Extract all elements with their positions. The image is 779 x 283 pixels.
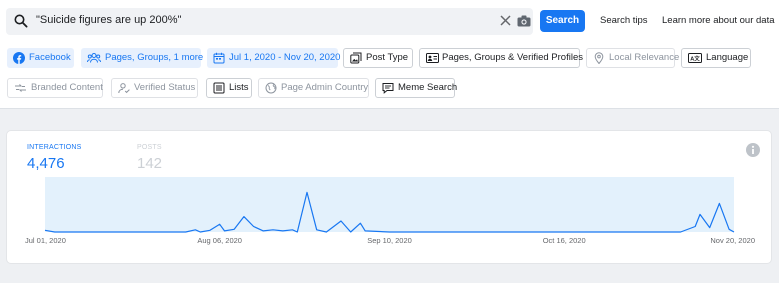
facebook-icon: [13, 52, 25, 64]
branded-content-icon: [15, 84, 26, 92]
filter-platform-facebook[interactable]: Facebook: [7, 48, 74, 68]
chart-plot-area: [45, 177, 734, 232]
interactions-chart-card: INTERACTIONS 4,476 POSTS 142 Jul 01, 202…: [6, 130, 772, 264]
filter-language[interactable]: A文 Language: [681, 48, 751, 68]
filter-label: Lists: [229, 82, 249, 93]
filter-label: Facebook: [29, 52, 71, 63]
meme-icon: [382, 83, 394, 94]
search-tips-link[interactable]: Search tips: [600, 15, 648, 26]
groups-icon: [87, 53, 101, 63]
search-query-text[interactable]: "Suicide figures are up 200%": [36, 14, 181, 26]
filter-label: Meme Search: [398, 82, 458, 93]
filter-label: Post Type: [366, 52, 409, 63]
filter-label: Local Relevance: [609, 52, 680, 63]
filter-date-range[interactable]: Jul 1, 2020 - Nov 20, 2020: [207, 48, 341, 68]
filter-verified-status[interactable]: Verified Status: [111, 78, 198, 98]
filter-branded-content[interactable]: Branded Content: [7, 78, 103, 98]
filter-label: Verified Status: [134, 82, 196, 93]
clear-search-icon[interactable]: [499, 14, 512, 27]
post-type-icon: [350, 52, 362, 64]
search-button[interactable]: Search: [540, 10, 585, 32]
x-tick-label: Sep 10, 2020: [367, 236, 412, 245]
search-header: "Suicide figures are up 200%" Search Sea…: [0, 0, 779, 109]
svg-text:A文: A文: [690, 55, 700, 63]
list-icon: [213, 82, 225, 94]
x-tick-label: Oct 16, 2020: [543, 236, 586, 245]
calendar-icon: [213, 52, 225, 64]
x-tick-label: Aug 06, 2020: [197, 236, 242, 245]
filter-meme-search[interactable]: Meme Search: [375, 78, 458, 98]
filter-label: Pages, Groups & Verified Profiles: [442, 52, 583, 63]
filter-post-type[interactable]: Post Type: [343, 48, 413, 68]
filter-profiles[interactable]: Pages, Groups & Verified Profiles: [419, 48, 583, 68]
filter-page-admin-country[interactable]: Page Admin Country: [258, 78, 369, 98]
x-tick-label: Nov 20, 2020: [710, 236, 755, 245]
filter-local-relevance[interactable]: Local Relevance: [586, 48, 679, 68]
search-input[interactable]: "Suicide figures are up 200%": [6, 8, 533, 35]
filter-lists[interactable]: Lists: [206, 78, 252, 98]
search-icon: [14, 14, 28, 28]
filter-label: Pages, Groups, 1 more: [105, 52, 204, 63]
location-pin-icon: [594, 52, 604, 64]
filter-label: Branded Content: [31, 82, 103, 93]
filter-label: Jul 1, 2020 - Nov 20, 2020: [229, 52, 341, 63]
interactions-line-chart: Jul 01, 2020 Aug 06, 2020 Sep 10, 2020 Oct …: [25, 177, 755, 245]
camera-icon[interactable]: [517, 15, 531, 27]
learn-more-link[interactable]: Learn more about our data: [662, 15, 775, 26]
filter-account-types[interactable]: Pages, Groups, 1 more: [81, 48, 204, 68]
x-tick-label: Jul 01, 2020: [25, 236, 66, 245]
profiles-icon: [426, 53, 439, 63]
verified-user-icon: [118, 83, 130, 94]
globe-icon: [265, 82, 277, 94]
filter-label: Language: [706, 52, 749, 63]
language-icon: A文: [688, 53, 702, 63]
filter-label: Page Admin Country: [281, 82, 369, 93]
